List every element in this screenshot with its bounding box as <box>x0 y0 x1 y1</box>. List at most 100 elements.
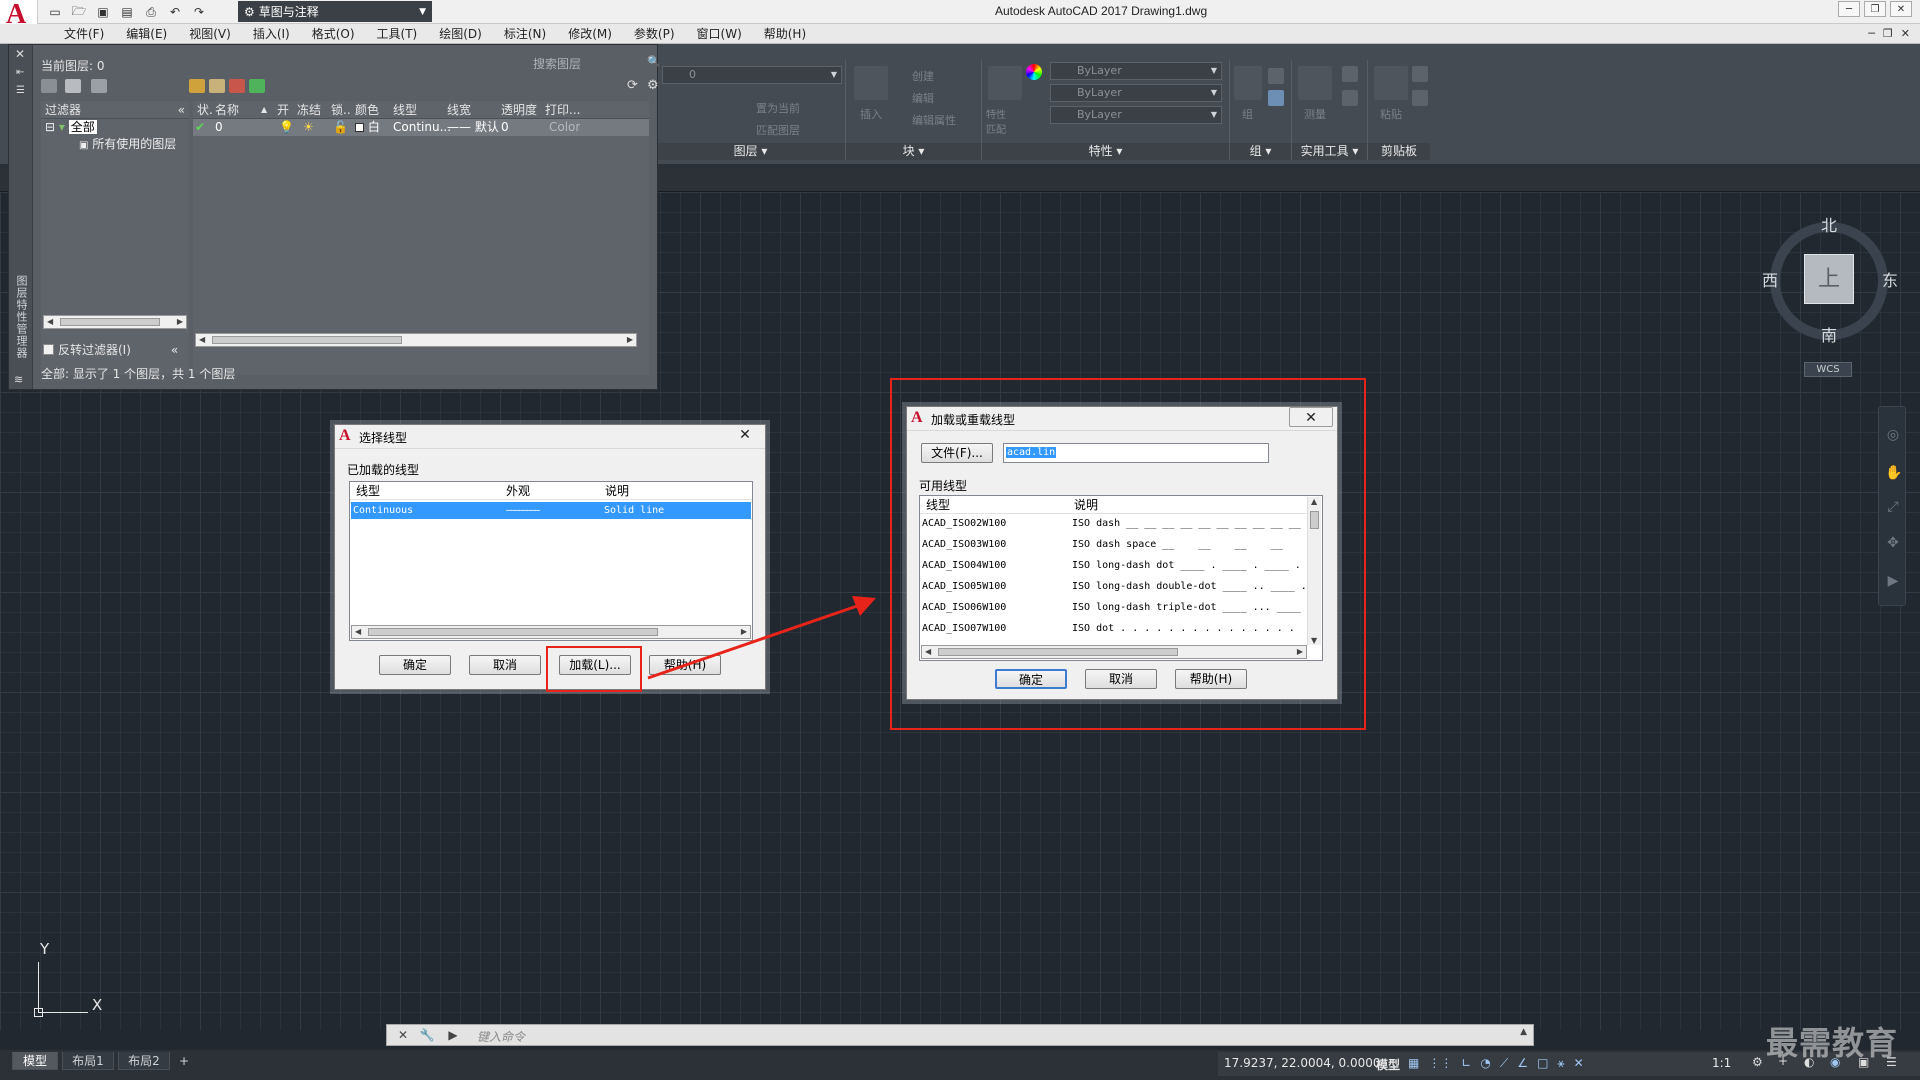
filter-hscroll[interactable]: ◀ ▶ <box>43 315 187 329</box>
unlock-icon[interactable]: 🔓 <box>333 119 348 136</box>
compass-west[interactable]: 西 <box>1762 267 1778 291</box>
doc-restore-button[interactable]: ❐ <box>1883 27 1893 40</box>
col-on[interactable]: 开 <box>277 101 289 119</box>
new-vp-frozen-layer-icon[interactable] <box>209 79 225 93</box>
set-current-icon[interactable] <box>249 79 265 93</box>
create-block-button[interactable]: 创建 <box>912 68 934 84</box>
auto-scale-icon[interactable]: ✕ <box>1574 1056 1584 1071</box>
layer-row[interactable]: ✔ 0 💡 ☀ 🔓 白 Continu... —— 默认 0 Color <box>193 119 649 136</box>
lightbulb-icon[interactable]: 💡 <box>279 119 294 136</box>
print-icon[interactable]: ⎙ <box>142 3 160 21</box>
search-layers-input[interactable]: 搜索图层 <box>533 55 581 72</box>
compass-north[interactable]: 北 <box>1821 212 1837 236</box>
polar-icon[interactable]: ◔ <box>1480 1056 1490 1071</box>
menu-tools[interactable]: 工具(T) <box>366 26 429 42</box>
menu-parametric[interactable]: 参数(P) <box>623 26 686 42</box>
col-status[interactable]: 状. <box>197 101 213 119</box>
menu-format[interactable]: 格式(O) <box>301 26 366 42</box>
sun-icon[interactable]: ☀ <box>303 119 314 136</box>
tree-node-all[interactable]: ⊟ ▾ 全部 <box>45 119 189 136</box>
command-prompt-icon[interactable]: ▶ <box>445 1027 461 1043</box>
maximize-button[interactable]: ❐ <box>1864 1 1886 17</box>
steering-wheel-icon[interactable]: ◎ <box>1885 427 1901 443</box>
panel-label-utilities[interactable]: 实用工具 ▾ <box>1292 143 1367 160</box>
col-name[interactable]: 名称 <box>215 101 239 119</box>
tab-model[interactable]: 模型 <box>12 1052 58 1070</box>
group-button[interactable] <box>1234 66 1262 100</box>
layer-list-hscroll[interactable]: ◀ ▶ <box>195 333 637 347</box>
col-plot-style[interactable]: 打印... <box>545 101 580 119</box>
match-properties-button[interactable] <box>988 66 1022 100</box>
col-lineweight[interactable]: 线宽 <box>447 101 471 119</box>
new-layer-icon[interactable] <box>189 79 205 93</box>
save-icon[interactable]: ▣ <box>94 3 112 21</box>
close-button[interactable]: ✕ <box>733 425 757 445</box>
settings-gear-icon[interactable]: ⚙ <box>647 79 663 93</box>
model-space-button[interactable]: 模型 <box>1376 1056 1400 1073</box>
close-icon[interactable]: ✕ <box>15 47 25 61</box>
new-group-filter-icon[interactable] <box>65 79 81 93</box>
undo-icon[interactable]: ↶ <box>166 3 184 21</box>
measure-button[interactable] <box>1298 66 1332 100</box>
orbit-icon[interactable]: ✥ <box>1885 535 1901 551</box>
compass-east[interactable]: 东 <box>1882 267 1898 291</box>
layer-color[interactable]: 白 <box>355 119 380 136</box>
menu-window[interactable]: 窗口(W) <box>686 26 753 42</box>
wrench-icon[interactable]: 🔧 <box>419 1027 435 1043</box>
showmotion-icon[interactable]: ▶ <box>1885 573 1901 589</box>
layer-lineweight[interactable]: —— 默认 <box>447 119 499 136</box>
color-wheel-icon[interactable] <box>1026 64 1042 80</box>
col-appearance[interactable]: 外观 <box>506 482 530 500</box>
calculator-icon[interactable] <box>1342 90 1358 106</box>
isodraft-icon[interactable]: ⟋ <box>1500 1056 1508 1071</box>
panel-label-properties[interactable]: 特性 ▾ <box>982 143 1229 160</box>
col-freeze[interactable]: 冻结 <box>297 101 321 119</box>
cut-icon[interactable] <box>1412 66 1428 82</box>
point-style-icon[interactable] <box>1342 66 1358 82</box>
zoom-extents-icon[interactable]: ⤢ <box>1885 499 1901 515</box>
lineweight-combo[interactable]: ByLayer ▼ <box>1050 106 1222 124</box>
properties-icon[interactable]: ☰ <box>16 85 25 96</box>
paste-button[interactable] <box>1374 66 1408 100</box>
compass-south[interactable]: 南 <box>1821 322 1837 346</box>
tab-layout2[interactable]: 布局2 <box>118 1052 170 1070</box>
new-file-icon[interactable]: ▭ <box>46 3 64 21</box>
group-edit-icon[interactable] <box>1268 90 1284 106</box>
new-property-filter-icon[interactable] <box>41 79 57 93</box>
layer-states-manager-icon[interactable] <box>91 79 107 93</box>
object-snap-tracking-icon[interactable]: ∠ <box>1517 1056 1528 1071</box>
menu-view[interactable]: 视图(V) <box>178 26 242 42</box>
command-line[interactable]: ✕ 🔧 ▶ 键入命令 ▲ <box>386 1024 1534 1046</box>
open-file-icon[interactable]: 🗁 <box>70 3 88 21</box>
linetype-row-selected[interactable]: Continuous ———————— Solid line <box>351 502 751 519</box>
ortho-icon[interactable]: ∟ <box>1461 1056 1471 1071</box>
history-up-icon[interactable]: ▲ <box>1520 1027 1527 1037</box>
grid-icon[interactable]: ▦ <box>1408 1056 1419 1071</box>
menu-edit[interactable]: 编辑(E) <box>115 26 178 42</box>
menu-insert[interactable]: 插入(I) <box>242 26 301 42</box>
doc-minimize-button[interactable]: ─ <box>1868 27 1875 40</box>
col-lock[interactable]: 锁.. <box>331 101 351 119</box>
help-button[interactable]: 帮助(H) <box>649 655 721 675</box>
collapse-icon[interactable]: « <box>178 101 185 119</box>
close-button[interactable]: ✕ <box>1890 1 1912 17</box>
redo-icon[interactable]: ↷ <box>190 3 208 21</box>
panel-label-layers[interactable]: 图层 ▾ <box>656 143 845 160</box>
col-linetype[interactable]: 线型 <box>393 101 417 119</box>
copy-icon[interactable] <box>1412 90 1428 106</box>
viewcube-top-face[interactable]: 上 <box>1804 254 1854 304</box>
close-icon[interactable]: ✕ <box>395 1027 411 1043</box>
annotation-scale[interactable]: 1:1 <box>1712 1056 1731 1070</box>
delete-layer-icon[interactable] <box>229 79 245 93</box>
col-linetype[interactable]: 线型 <box>356 482 380 500</box>
color-combo[interactable]: ByLayer ▼ <box>1050 62 1222 80</box>
invert-filter-checkbox[interactable]: 反转过滤器(I) « <box>43 341 178 358</box>
set-current-layer-button[interactable]: 置为当前 <box>756 100 800 116</box>
layer-linetype[interactable]: Continu... <box>393 119 451 136</box>
menu-file[interactable]: 文件(F) <box>53 26 115 42</box>
doc-close-button[interactable]: ✕ <box>1901 27 1910 40</box>
panel-label-clipboard[interactable]: 剪贴板 <box>1368 143 1430 160</box>
col-description[interactable]: 说明 <box>605 482 629 500</box>
cancel-button[interactable]: 取消 <box>469 655 541 675</box>
menu-help[interactable]: 帮助(H) <box>753 26 817 42</box>
